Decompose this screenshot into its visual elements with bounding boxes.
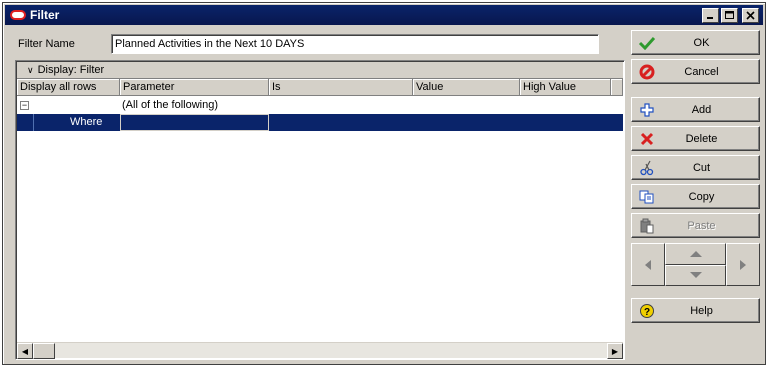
move-up-button[interactable] <box>665 243 726 265</box>
maximize-button[interactable] <box>721 7 738 23</box>
where-row[interactable]: Where <box>17 114 623 131</box>
title-bar[interactable]: Filter <box>5 5 763 25</box>
maximize-icon <box>725 10 734 19</box>
filter-grid: ∨ Display: Filter Display all rows Param… <box>15 60 625 360</box>
paste-button[interactable]: Paste <box>631 213 760 238</box>
horizontal-scrollbar[interactable]: ◀ ▶ <box>17 342 623 359</box>
filter-name-label: Filter Name <box>18 38 75 50</box>
column-header-display-all-rows[interactable]: Display all rows <box>17 79 120 96</box>
svg-text:?: ? <box>644 307 650 318</box>
copy-icon <box>632 190 662 204</box>
app-logo-icon <box>10 10 26 20</box>
filter-name-input[interactable] <box>111 34 599 54</box>
group-row[interactable]: − (All of the following) <box>17 97 623 114</box>
ok-button-label: OK <box>693 36 710 49</box>
display-bar-label: Display: Filter <box>37 64 105 76</box>
copy-button[interactable]: Copy <box>631 184 760 209</box>
move-right-button[interactable] <box>726 243 760 286</box>
where-label: Where <box>70 116 103 128</box>
filter-dialog: Filter Filter Name ∨ Display: Filter Dis… <box>2 2 766 365</box>
add-button[interactable]: Add <box>631 97 760 122</box>
column-header-is[interactable]: Is <box>269 79 413 96</box>
check-icon <box>632 36 662 50</box>
collapse-icon[interactable]: − <box>20 101 29 110</box>
cancel-button-label: Cancel <box>684 65 719 78</box>
cut-button-label: Cut <box>692 161 711 174</box>
paste-icon <box>632 218 662 234</box>
copy-button-label: Copy <box>688 190 715 203</box>
question-icon: ? <box>632 303 662 319</box>
cancel-button[interactable]: Cancel <box>631 59 760 84</box>
tree-line <box>33 114 34 131</box>
grid-header: Display all rows Parameter Is Value High… <box>17 79 623 96</box>
x-icon <box>632 132 662 146</box>
arrow-down-icon <box>689 272 702 278</box>
plus-icon <box>632 102 662 118</box>
arrow-up-icon <box>689 250 702 257</box>
scroll-right-button[interactable]: ▶ <box>607 343 623 359</box>
scroll-thumb[interactable] <box>33 343 55 359</box>
arrow-right-icon <box>740 259 746 270</box>
move-navigation-pad <box>631 243 760 286</box>
minimize-button[interactable] <box>702 7 719 23</box>
move-left-button[interactable] <box>631 243 665 286</box>
cut-button[interactable]: Cut <box>631 155 760 180</box>
close-button[interactable] <box>742 7 759 23</box>
close-icon <box>746 10 755 20</box>
chevron-down-icon: ∨ <box>27 64 34 75</box>
column-header-high-value[interactable]: High Value <box>520 79 611 96</box>
group-row-label: (All of the following) <box>122 99 218 111</box>
scroll-left-button[interactable]: ◀ <box>17 343 33 359</box>
column-header-filler <box>611 79 623 96</box>
window-title: Filter <box>30 8 60 22</box>
parameter-cell[interactable] <box>120 114 269 131</box>
column-header-parameter[interactable]: Parameter <box>120 79 269 96</box>
move-down-button[interactable] <box>665 265 726 286</box>
help-button-label: Help <box>690 304 713 317</box>
help-button[interactable]: ? Help <box>631 298 760 323</box>
paste-button-label: Paste <box>687 219 716 232</box>
column-header-value[interactable]: Value <box>413 79 520 96</box>
arrow-left-icon <box>645 259 651 270</box>
ok-button[interactable]: OK <box>631 30 760 55</box>
no-entry-icon <box>632 64 662 80</box>
delete-button[interactable]: Delete <box>631 126 760 151</box>
add-button-label: Add <box>691 103 712 116</box>
scissors-icon <box>632 160 662 176</box>
delete-button-label: Delete <box>685 132 718 145</box>
display-bar[interactable]: ∨ Display: Filter <box>17 62 623 79</box>
minimize-icon <box>707 16 713 19</box>
